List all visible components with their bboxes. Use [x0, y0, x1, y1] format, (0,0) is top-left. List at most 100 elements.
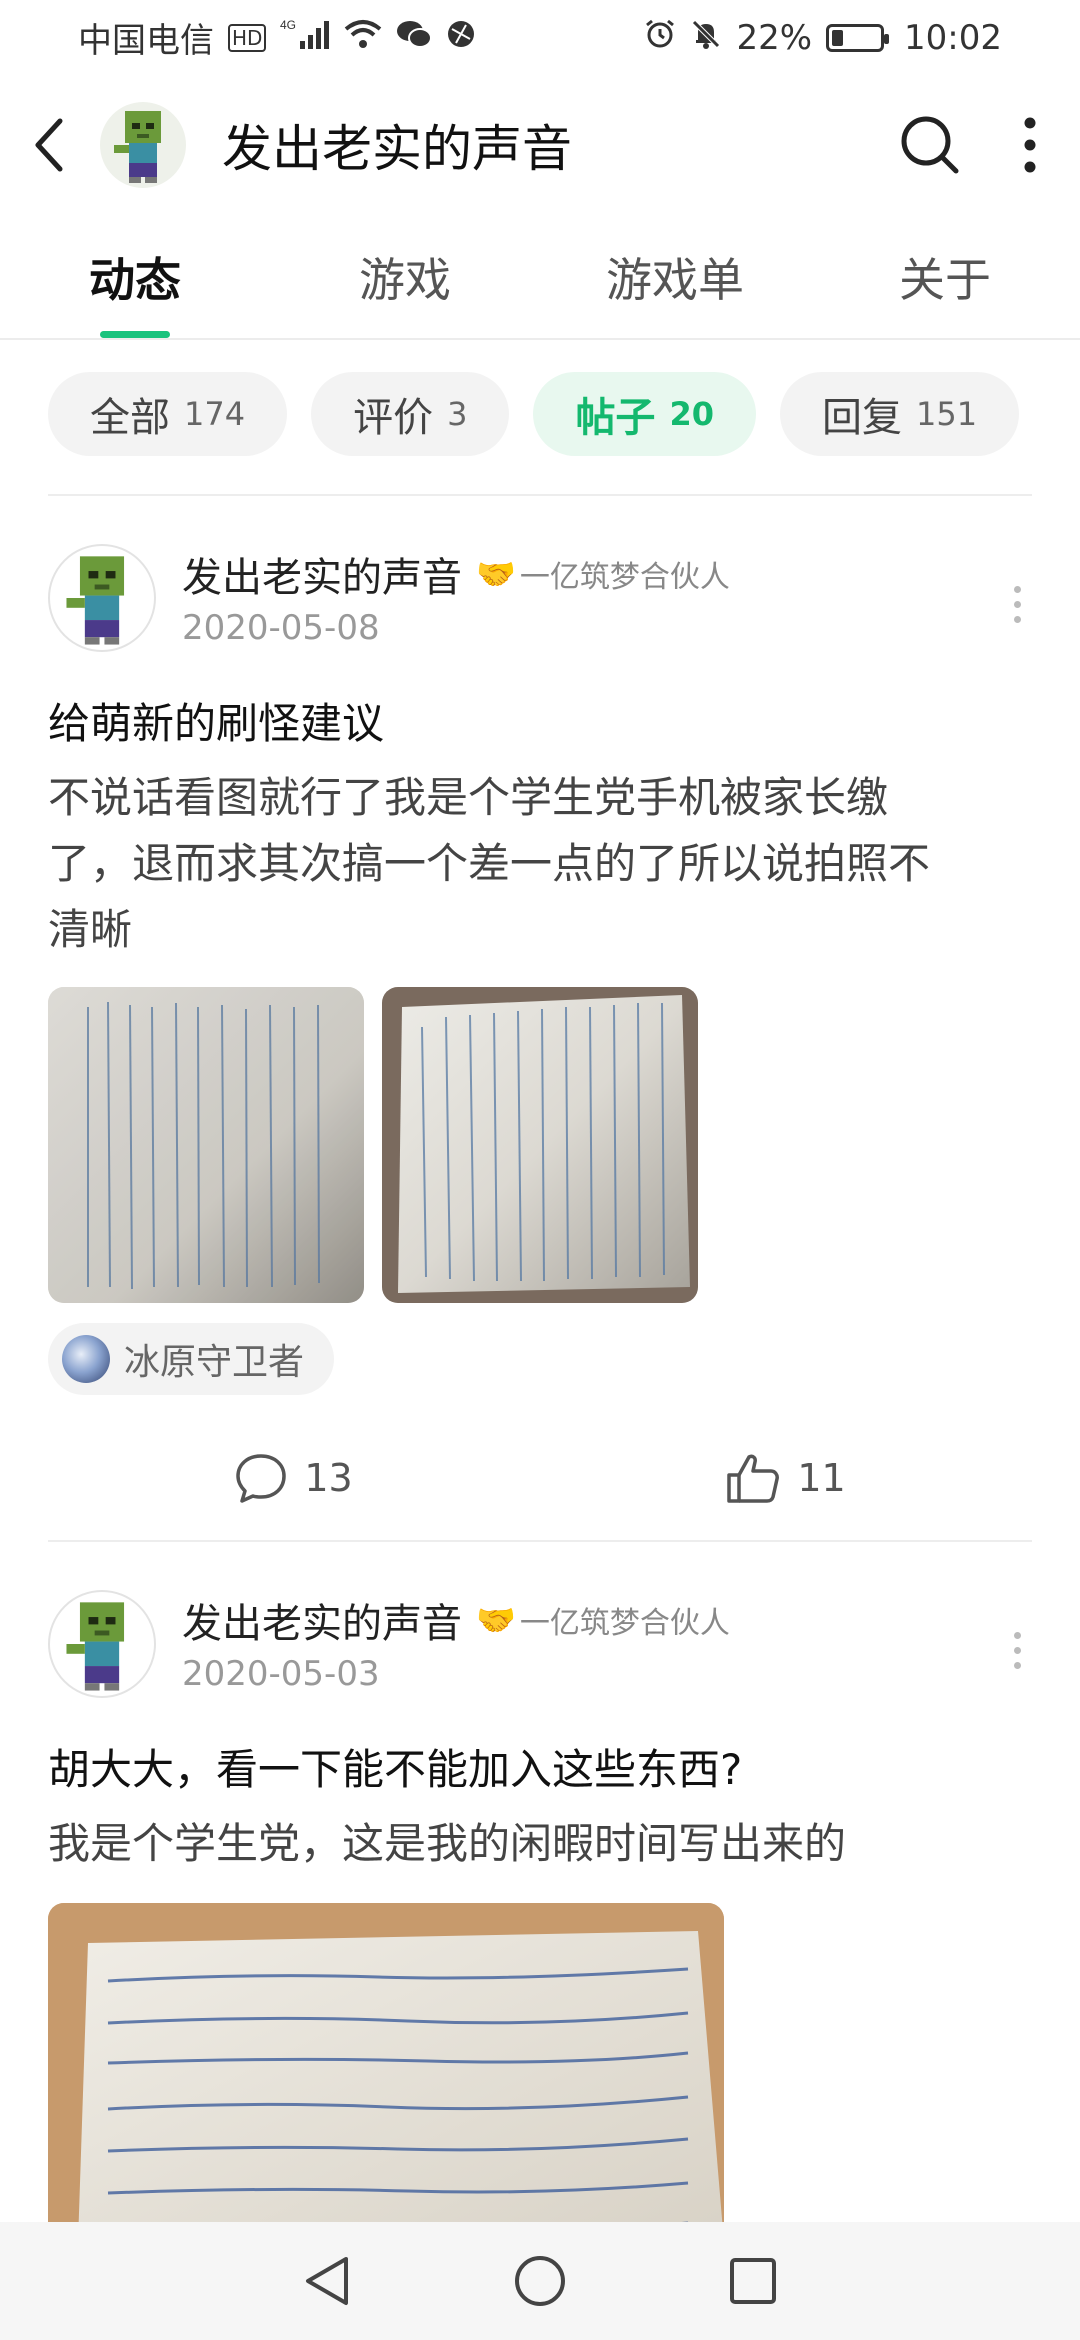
more-dot: [1013, 615, 1021, 623]
tab-game-lists[interactable]: 游戏单: [540, 215, 810, 338]
like-button[interactable]: 11: [725, 1451, 846, 1505]
back-button[interactable]: [0, 95, 100, 195]
handshake-icon: 🤝: [476, 1601, 516, 1639]
filter-posts[interactable]: 帖子 20: [533, 372, 756, 456]
zombie-avatar-icon: [66, 556, 125, 645]
post-body[interactable]: 不说话看图就行了我是个学生党手机被家长缴 了，退而求其次搞一个差一点的了所以说拍…: [48, 765, 1032, 963]
author-avatar[interactable]: [48, 544, 156, 652]
signal-icon: 4G: [280, 17, 330, 59]
comment-button[interactable]: 13: [234, 1451, 353, 1505]
network-type-label: 4G: [280, 18, 296, 32]
nav-recents-button[interactable]: [708, 2236, 798, 2326]
handwritten-note-image: [48, 1903, 724, 2243]
comment-count: 13: [304, 1456, 353, 1500]
zombie-avatar-icon: [66, 1602, 125, 1691]
author-avatar[interactable]: [48, 1590, 156, 1698]
divider: [48, 494, 1032, 496]
author-line: 发出老实的声音 🤝 一亿筑梦合伙人: [182, 1590, 730, 1650]
filter-label: 全部: [90, 395, 170, 441]
post-body-line: 不说话看图就行了我是个学生党手机被家长缴: [48, 773, 889, 822]
nav-back-button[interactable]: [282, 2236, 372, 2326]
post-meta: 发出老实的声音 🤝 一亿筑梦合伙人 2020-05-08: [182, 544, 730, 648]
topic-chip[interactable]: 冰原守卫者: [48, 1323, 335, 1395]
post-header: 发出老实的声音 🤝 一亿筑梦合伙人 2020-05-08: [48, 544, 1032, 652]
tab-games[interactable]: 游戏: [270, 215, 540, 338]
author-badge: 一亿筑梦合伙人: [519, 560, 730, 595]
battery-fill: [832, 29, 844, 46]
triangle-back-icon: [305, 2257, 348, 2305]
post-card[interactable]: 发出老实的声音 🤝 一亿筑梦合伙人 2020-05-03 胡大大，看一下能不能加…: [48, 1590, 1032, 2243]
more-dot: [1013, 1646, 1021, 1654]
header-avatar[interactable]: [100, 102, 186, 188]
comment-icon: [236, 1454, 287, 1503]
divider: [48, 1540, 1032, 1542]
post-title[interactable]: 胡大大，看一下能不能加入这些东西?: [48, 1736, 1032, 1797]
app-notify-icon: [446, 19, 476, 57]
post-date: 2020-05-03: [182, 1654, 380, 1694]
filter-label: 帖子: [575, 395, 656, 441]
filter-chips: 全部 174 评价 3 帖子 20 回复 151: [48, 372, 1020, 456]
post-image[interactable]: [48, 987, 364, 1303]
filter-count: 151: [915, 395, 978, 433]
more-vertical-icon: [1024, 117, 1036, 173]
author-line: 发出老实的声音 🤝 一亿筑梦合伙人: [182, 544, 730, 604]
post-body[interactable]: 我是个学生党，这是我的闲暇时间写出来的: [48, 1811, 1032, 1877]
filter-label: 评价: [353, 395, 434, 441]
topic-label: 冰原守卫者: [124, 1342, 305, 1383]
filter-count: 20: [669, 395, 714, 433]
filter-replies[interactable]: 回复 151: [779, 372, 1020, 456]
zombie-avatar-icon: [114, 111, 161, 183]
thumbs-up-icon: [727, 1454, 780, 1503]
status-left: 中国电信 HD 4G: [78, 13, 476, 62]
filter-label: 回复: [821, 395, 902, 441]
status-bar: 中国电信 HD 4G 22% 10:02: [0, 0, 1080, 75]
post-actions: 13 11: [48, 1443, 1032, 1513]
more-menu-button[interactable]: [1010, 95, 1050, 195]
post-image[interactable]: [48, 1903, 724, 2243]
more-dot: [1013, 585, 1021, 593]
hd-badge: HD: [228, 23, 267, 52]
tab-dynamics[interactable]: 动态: [0, 215, 270, 338]
post-header: 发出老实的声音 🤝 一亿筑梦合伙人 2020-05-03: [48, 1590, 1032, 1698]
more-dot: [1013, 600, 1021, 608]
profile-header: 发出老实的声音: [0, 80, 1080, 210]
author-name[interactable]: 发出老实的声音: [182, 545, 462, 603]
like-count: 11: [797, 1456, 846, 1500]
more-dot: [1013, 1661, 1021, 1669]
carrier-label: 中国电信: [78, 21, 214, 61]
search-button[interactable]: [890, 95, 970, 195]
author-name[interactable]: 发出老实的声音: [182, 1591, 462, 1649]
header-actions: [890, 95, 1050, 195]
post-body-line: 清晰: [48, 905, 133, 954]
post-body-line: 了，退而求其次搞一个差一点的了所以说拍照不: [48, 839, 931, 888]
filter-reviews[interactable]: 评价 3: [311, 372, 510, 456]
alarm-icon: [644, 18, 676, 58]
handshake-icon: 🤝: [476, 555, 516, 593]
nav-home-button[interactable]: [495, 2236, 585, 2326]
clock: 10:02: [904, 17, 1002, 58]
filter-count: 3: [447, 395, 468, 433]
battery-percent: 22%: [736, 17, 813, 58]
post-more-button[interactable]: [1002, 1620, 1032, 1680]
post-images: [48, 987, 1032, 1303]
post-date: 2020-05-08: [182, 608, 380, 648]
profile-tabs: 动态 游戏 游戏单 关于: [0, 215, 1080, 340]
tab-about[interactable]: 关于: [810, 215, 1080, 338]
post-more-button[interactable]: [1002, 574, 1032, 634]
post-meta: 发出老实的声音 🤝 一亿筑梦合伙人 2020-05-03: [182, 1590, 730, 1694]
wifi-icon: [344, 19, 382, 57]
battery-icon: [826, 23, 890, 52]
search-icon: [901, 116, 959, 174]
wechat-icon: [396, 19, 433, 57]
square-recents-icon: [730, 2258, 777, 2304]
more-dot: [1013, 1631, 1021, 1639]
post-card[interactable]: 发出老实的声音 🤝 一亿筑梦合伙人 2020-05-08 给萌新的刷怪建议 不说…: [48, 544, 1032, 1513]
post-title[interactable]: 给萌新的刷怪建议: [48, 690, 1032, 751]
filter-all[interactable]: 全部 174: [48, 372, 288, 456]
mute-icon: [690, 18, 722, 58]
handwritten-note-image: [48, 987, 364, 1303]
handwritten-note-image: [382, 987, 698, 1303]
circle-home-icon: [514, 2256, 565, 2306]
post-image[interactable]: [382, 987, 698, 1303]
post-body-line: 我是个学生党，这是我的闲暇时间写出来的: [48, 1819, 847, 1868]
